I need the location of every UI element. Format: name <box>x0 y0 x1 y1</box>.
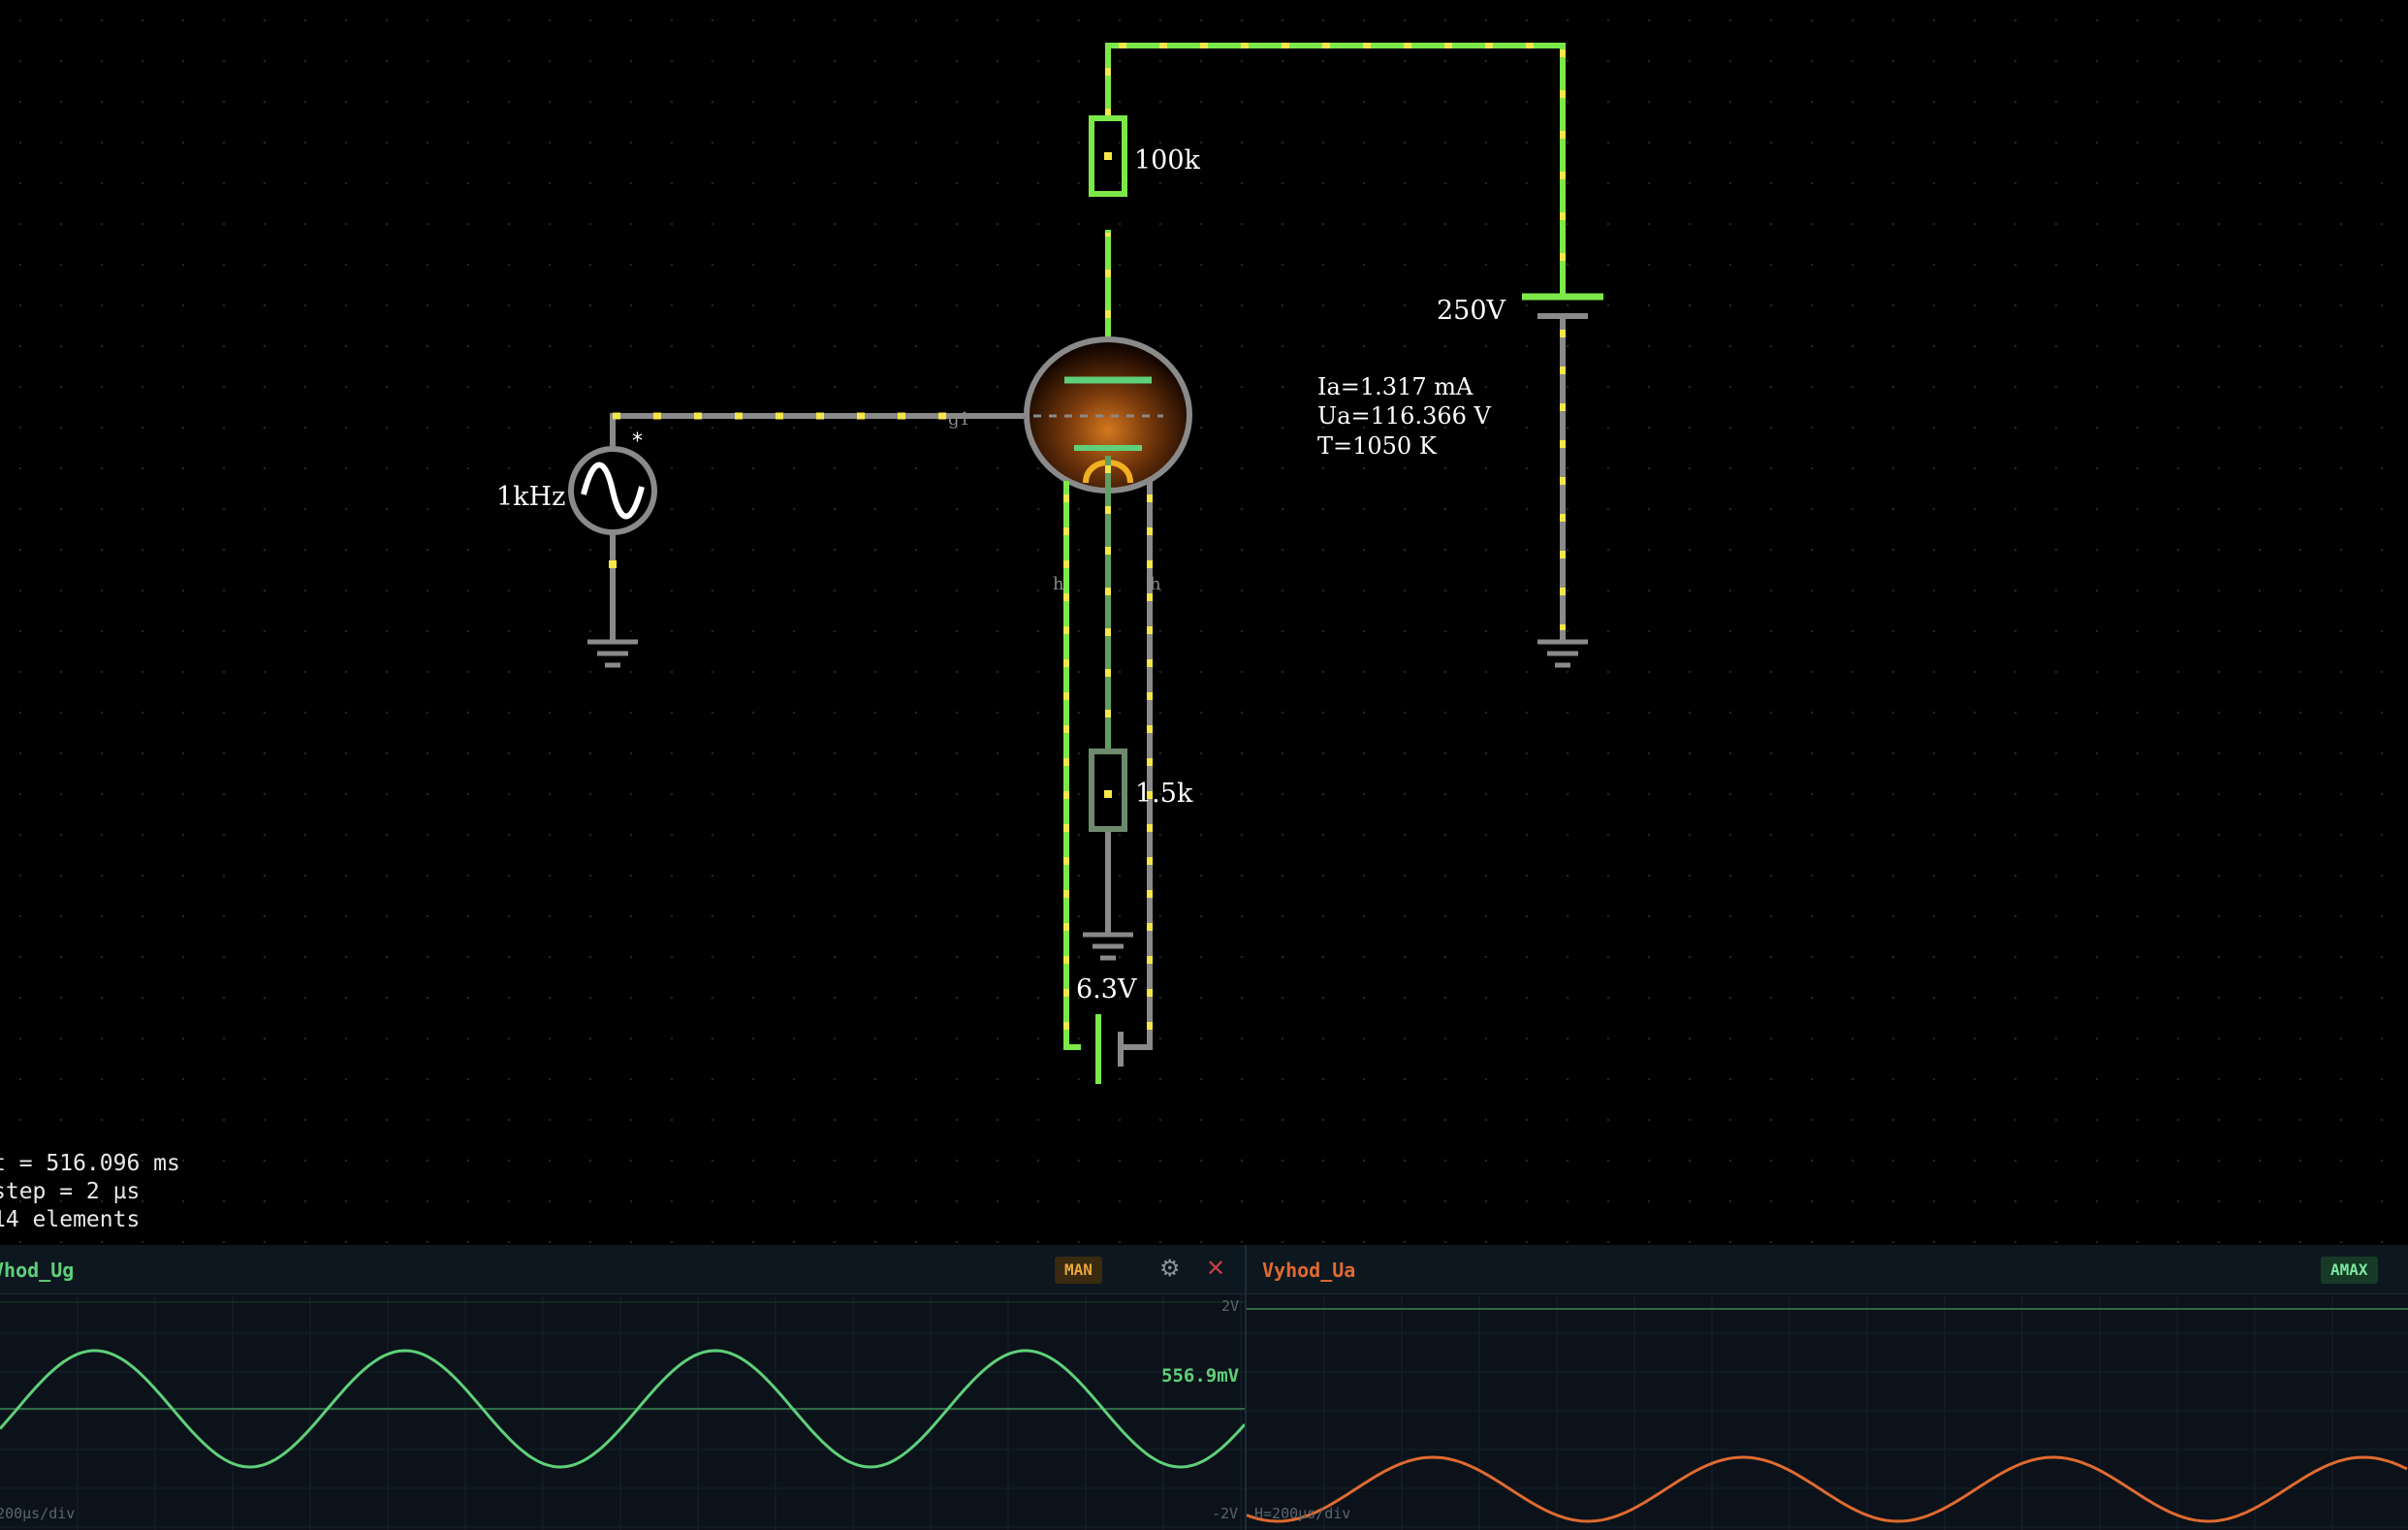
supply-voltage-label: 250V <box>1437 296 1506 326</box>
scope-panel-output[interactable]: Vyhod_Ua AMAX H=200µs/div <box>1247 1245 2408 1530</box>
anode-current: Ia=1.317 mA <box>1317 373 1473 400</box>
simulation-step: step = 2 µs <box>0 1179 141 1204</box>
heater-pin-left: h <box>1053 574 1064 594</box>
scope-header: Vyhod_Ua AMAX <box>1247 1245 2408 1294</box>
scope-title: Vyhod_Ua <box>1262 1259 1356 1282</box>
anode-voltage: Ua=116.366 V <box>1317 402 1492 430</box>
scope-timebase: H=200µs/div <box>0 1505 76 1522</box>
scope-bottom-label: -2V <box>1212 1505 1239 1522</box>
scope-plot-output <box>1247 1294 2408 1530</box>
cathode-temperature: T=1050 K <box>1317 432 1438 460</box>
element-count: 14 elements <box>0 1207 141 1232</box>
current-dot <box>1104 790 1112 798</box>
scope-mode-button[interactable]: AMAX <box>2321 1257 2378 1284</box>
scope-panel-input[interactable]: Vhod_Ug MAN ⚙ ✕ 2V 556.9mV H=200µs/div -… <box>0 1245 1247 1530</box>
signal-frequency-label: 1kHz <box>496 482 565 512</box>
output-trace <box>1247 1455 2408 1523</box>
current-dot <box>609 560 617 568</box>
circuit-canvas[interactable]: 100k 250V Ia=1.317 mA Ua=116.366 V T=105… <box>0 0 2408 1243</box>
cathode-resistor-label: 1.5k <box>1135 779 1193 809</box>
scope-mode-button[interactable]: MAN <box>1055 1257 1102 1284</box>
simulation-time: t = 516.096 ms <box>0 1151 180 1176</box>
scope-title: Vhod_Ug <box>0 1259 75 1282</box>
anode-resistor-label: 100k <box>1134 145 1201 175</box>
current-dot <box>1104 152 1112 160</box>
scope-top-label: 2V <box>1221 1297 1240 1315</box>
grid-pin-label: g1 <box>948 409 970 430</box>
simulation-status: t = 516.096 ms step = 2 µs 14 elements <box>0 1150 180 1234</box>
source-marker: * <box>632 430 643 454</box>
close-icon[interactable]: ✕ <box>1206 1255 1225 1282</box>
scope-value: 556.9mV <box>1161 1365 1240 1387</box>
scope-header: Vhod_Ug MAN ⚙ ✕ <box>0 1245 1245 1294</box>
heater-voltage-label: 6.3V <box>1076 974 1137 1004</box>
ac-source-icon[interactable] <box>568 446 657 535</box>
scope-plot-input <box>0 1294 1245 1530</box>
gear-icon[interactable]: ⚙ <box>1159 1255 1181 1282</box>
heater-pin-right: h <box>1150 574 1161 594</box>
scope-timebase: H=200µs/div <box>1254 1505 1351 1522</box>
